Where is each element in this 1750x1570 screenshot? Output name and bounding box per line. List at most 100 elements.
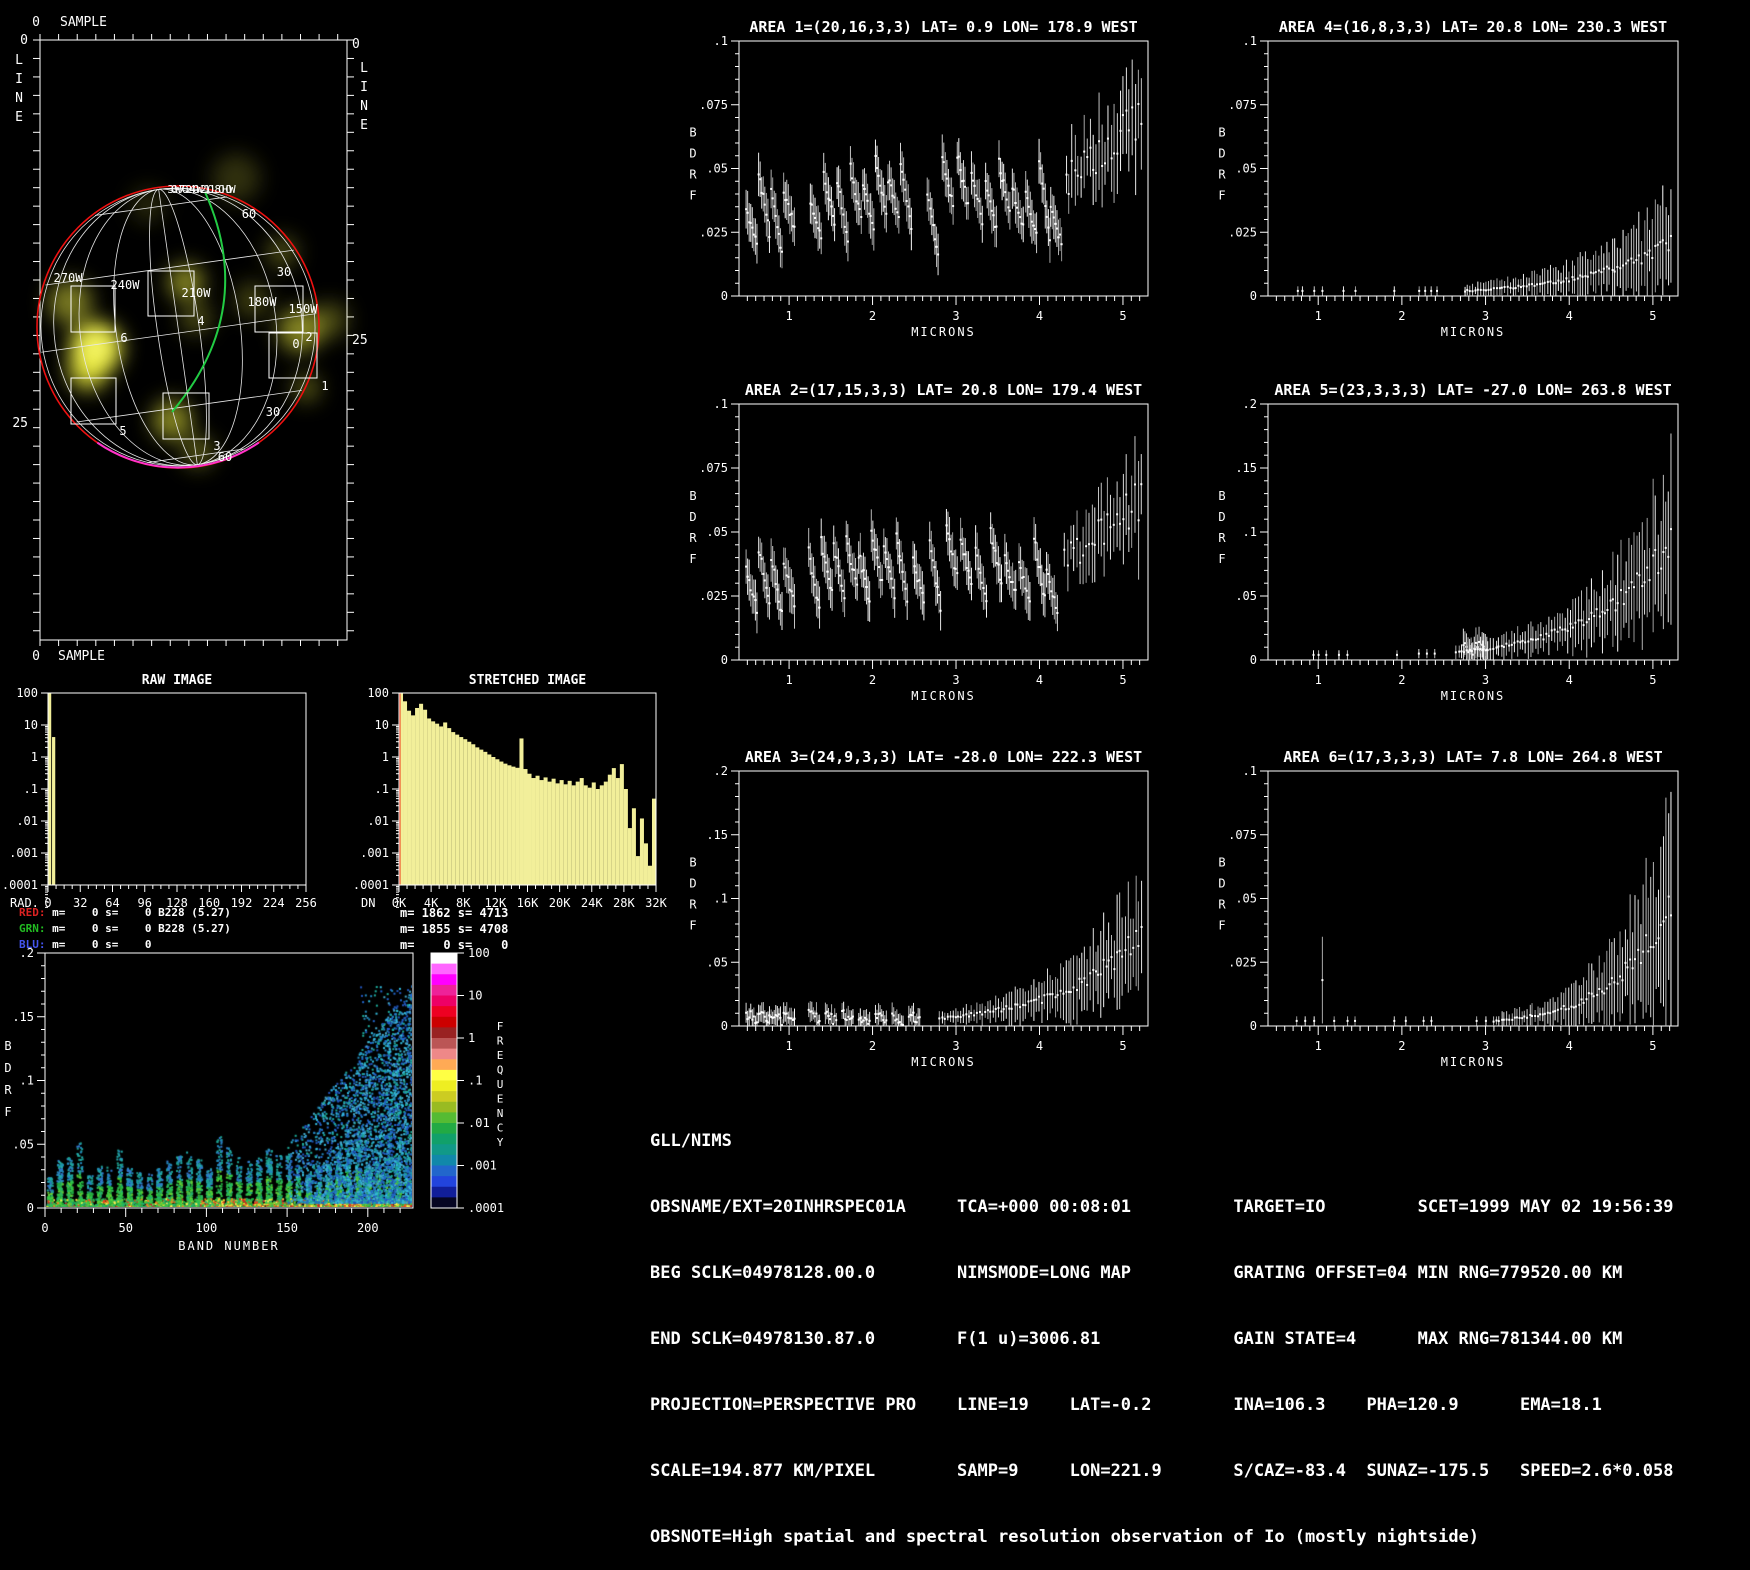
data-point — [937, 253, 939, 255]
data-point — [776, 589, 778, 591]
data-point — [775, 215, 777, 217]
data-point — [1044, 594, 1046, 596]
data-point — [1668, 896, 1670, 898]
data-point — [920, 587, 922, 589]
area-box-number-5: 5 — [119, 424, 126, 438]
area-5-ylabel: B — [1218, 489, 1225, 503]
data-point — [1055, 996, 1057, 998]
hist-bar — [523, 769, 527, 885]
data-point — [1561, 629, 1563, 631]
data-point — [778, 601, 780, 603]
data-point — [1003, 1008, 1005, 1010]
data-point — [1055, 607, 1057, 609]
y-tick-label: .2 — [714, 764, 728, 778]
data-point — [1044, 205, 1046, 207]
data-point — [1135, 139, 1137, 141]
x-tick-label: 200 — [357, 1221, 379, 1235]
data-point — [869, 600, 871, 602]
data-point — [759, 554, 761, 556]
data-point — [1347, 1020, 1349, 1022]
colorbar-block — [431, 1112, 457, 1123]
data-point — [975, 547, 977, 549]
info-line: END SCLK=04978130.87.0 F(1 u)=3006.81 GA… — [650, 1328, 1674, 1350]
data-point — [881, 1014, 883, 1016]
data-point — [985, 600, 987, 602]
data-point — [858, 557, 860, 559]
data-point — [1512, 287, 1514, 289]
x-tick-label: 1 — [785, 309, 792, 323]
data-point — [906, 200, 908, 202]
data-point — [1313, 654, 1315, 656]
data-point — [995, 1008, 997, 1010]
data-point — [745, 566, 747, 568]
data-point — [898, 216, 900, 218]
area-6-ylabel: B — [1218, 856, 1225, 870]
data-point — [905, 588, 907, 590]
data-point — [1026, 197, 1028, 199]
data-point — [1612, 269, 1614, 271]
data-point — [1489, 648, 1491, 650]
latitude-label: 30 — [277, 265, 291, 279]
area-2-ylabel: B — [689, 489, 696, 503]
data-point — [894, 597, 896, 599]
data-point — [897, 542, 899, 544]
y-tick-label: .1 — [1243, 525, 1257, 539]
data-point — [1623, 603, 1625, 605]
data-point — [820, 536, 822, 538]
area-box-number-2: 2 — [305, 330, 312, 344]
x-tick-label: 2 — [1398, 1039, 1405, 1053]
y-tick-label: .05 — [1235, 892, 1257, 906]
meridian-label: 180W — [248, 295, 278, 309]
y-tick-label: 100 — [16, 686, 38, 700]
hist-bar — [443, 722, 447, 885]
data-point — [1018, 212, 1020, 214]
data-point — [1646, 567, 1648, 569]
data-point — [1036, 232, 1038, 234]
data-point — [1663, 920, 1665, 922]
data-point — [1038, 996, 1040, 998]
hist-bar — [572, 785, 576, 885]
data-point — [1487, 289, 1489, 291]
data-point — [1086, 984, 1088, 986]
x-tick-label: 2 — [1398, 309, 1405, 323]
red-channel-stats: m= 0 s= 0 B228 (5.27) — [46, 906, 231, 919]
colorbar-tick-label: 10 — [468, 989, 482, 1003]
data-point — [886, 558, 888, 560]
data-point — [1490, 289, 1492, 291]
info-line: OBSNOTE=High spatial and spectral resolu… — [650, 1526, 1674, 1548]
x-tick-label: 150 — [276, 1221, 298, 1235]
data-point — [881, 192, 883, 194]
data-point — [1007, 206, 1009, 208]
hist-bar — [479, 750, 483, 885]
info-line: PROJECTION=PERSPECTIVE PRO LINE=19 LAT=-… — [650, 1394, 1674, 1416]
data-point — [1103, 543, 1105, 545]
data-point — [1076, 989, 1078, 991]
data-point — [1510, 287, 1512, 289]
data-point — [1393, 1020, 1395, 1022]
data-point — [984, 1011, 986, 1013]
data-point — [781, 1024, 783, 1026]
colorbar-block — [431, 1049, 457, 1060]
colorbar-block — [431, 964, 457, 975]
data-point — [750, 1010, 752, 1012]
data-point — [1068, 193, 1070, 195]
data-point — [836, 557, 838, 559]
hist-bar — [648, 866, 652, 885]
x-tick-label: 50 — [118, 1221, 132, 1235]
data-point — [872, 540, 874, 542]
data-point — [1134, 483, 1136, 485]
data-point — [1034, 228, 1036, 230]
data-point — [852, 1016, 854, 1018]
data-point — [1573, 1006, 1575, 1008]
stretched-hist-stat-1: m= 1862 s= 4713 — [400, 906, 508, 920]
data-point — [1119, 950, 1121, 952]
data-point — [1590, 612, 1592, 614]
data-point — [901, 171, 903, 173]
data-point — [1539, 1013, 1541, 1015]
data-point — [1621, 979, 1623, 981]
data-point — [753, 1015, 755, 1017]
colorbar-block — [431, 1091, 457, 1102]
hist-bar — [471, 744, 475, 885]
data-point — [1057, 994, 1059, 996]
meridian-label: 150W — [289, 302, 319, 316]
